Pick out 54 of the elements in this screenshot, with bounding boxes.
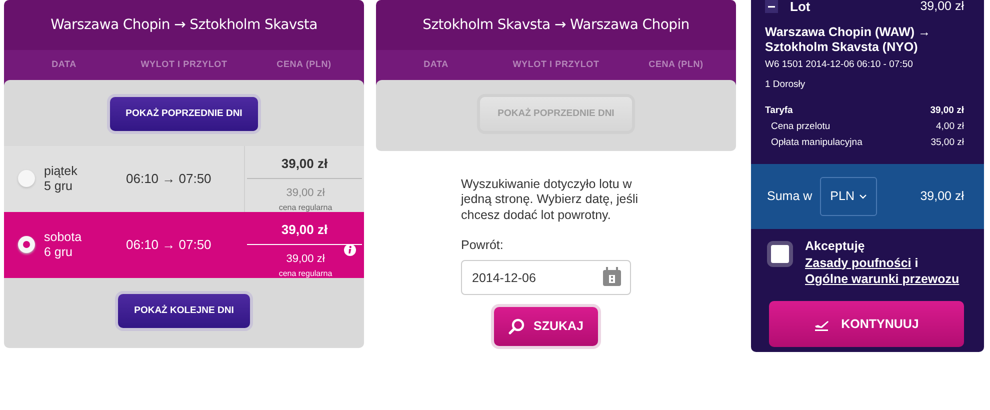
date-label: 5 gru (44, 178, 74, 194)
regular-price: 39,00 zł (285, 252, 326, 268)
day-row[interactable]: piątek 5 gru 06:10 → 07:50 39,00 zł 39,00 zł cena regularna (4, 146, 364, 212)
regular-price-label: cena regularna (278, 202, 334, 214)
column-header: CENA (PLN) (276, 58, 332, 71)
info-icon[interactable] (344, 244, 356, 256)
section-price: 39,00 zł (920, 0, 964, 16)
search-icon (508, 318, 526, 336)
terms-link[interactable]: Ogólne warunki przewozu (805, 272, 960, 286)
weekday-label: sobota (44, 230, 83, 245)
flight-times: 06:10 → 07:50 (126, 170, 212, 188)
fare-amount: 4,00 zł (936, 120, 964, 134)
column-header: DATA (50, 58, 78, 71)
total-label: Suma w (767, 188, 812, 206)
info-message: Wyszukiwanie dotyczyło lotu w jedną stronę. Wybierz datę, jeśli chcesz dodać lot powrotny. (461, 176, 640, 224)
price: 39,00 zł (247, 212, 362, 246)
radio-button[interactable] (18, 170, 35, 188)
radio-button[interactable] (18, 236, 35, 254)
terms-text: Akceptuję Zasady poufności i Ogólne warunki przewozu (805, 238, 960, 287)
field-label: Powrót: (461, 236, 504, 254)
flight-title: Sztokholm Skavsta → Warszawa Chopin (376, 0, 736, 50)
chevron-icon (859, 194, 868, 200)
collapse-icon[interactable] (765, 0, 778, 13)
terms-checkbox[interactable] (767, 241, 793, 268)
flight-times: 06:10 → 07:50 (126, 236, 212, 254)
fare-label: Taryfa (765, 104, 793, 118)
flight-title: Warszawa Chopin → Sztokholm Skavsta (4, 0, 364, 50)
day-row[interactable]: sobota 6 gru 06:10 → 07:50 39,00 zł 39,00 zł cena regularna (4, 212, 364, 278)
regular-price-label: cena regularna (278, 268, 334, 280)
column-header: CENA (PLN) (648, 58, 704, 71)
search-button[interactable]: SZUKAJ (494, 307, 598, 346)
weekday-label: piątek (44, 164, 78, 179)
fare-amount: 35,00 zł (930, 136, 964, 150)
continue-button[interactable]: KONTYNUUJ (769, 301, 964, 347)
regular-price: 39,00 zł (285, 186, 326, 202)
date-field[interactable]: 2014-12-06 (461, 260, 631, 296)
calendar-icon[interactable] (602, 267, 622, 288)
date-label: 6 gru (44, 244, 74, 260)
column-header: WYLOT I PRZYLOT (140, 58, 228, 71)
currency-dropdown[interactable]: PLN (820, 177, 878, 216)
show-days-button[interactable]: POKAŻ KOLEJNE DNI (118, 294, 250, 328)
fare-amount: 39,00 zł (930, 104, 964, 118)
passenger-count: 1 Dorosły (765, 78, 806, 92)
terms-link[interactable]: Zasady poufności (805, 256, 912, 270)
column-header: WYLOT I PRZYLOT (512, 58, 600, 71)
price: 39,00 zł (247, 146, 362, 180)
section-title: Lot (790, 0, 810, 16)
route-title: Warszawa Chopin (WAW) → Sztokholm Skavsta (NYO) (765, 25, 932, 55)
fare-label: Opłata manipulacyjna (771, 136, 862, 150)
total-amount: 39,00 zł (920, 188, 964, 206)
fare-label: Cena przelotu (771, 120, 830, 134)
flight-details: W6 1501 2014-12-06 06:10 - 07:50 (765, 58, 914, 72)
show-days-button[interactable]: POKAŻ POPRZEDNIE DNI (110, 96, 258, 131)
column-header: DATA (422, 58, 450, 71)
